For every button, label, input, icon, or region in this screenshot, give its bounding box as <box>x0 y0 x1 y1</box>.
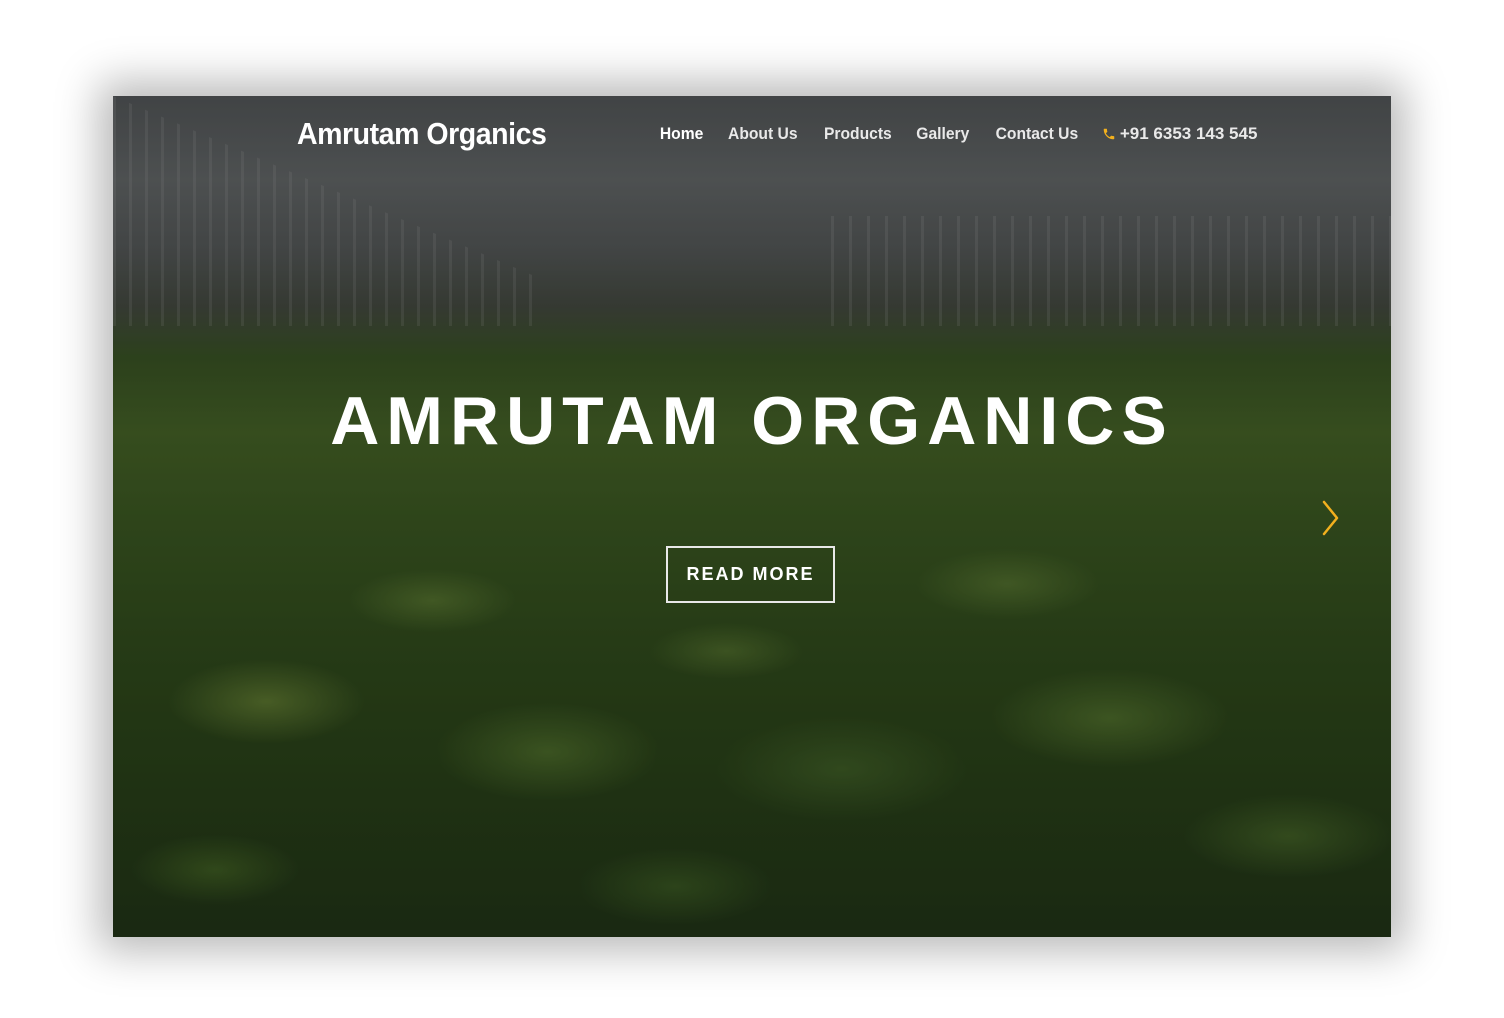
hero-slider: Amrutam Organics Home About Us Products … <box>113 96 1391 937</box>
nav-item-home[interactable]: Home <box>660 124 703 144</box>
main-nav: Home About Us Products Gallery Contact U… <box>658 124 1258 144</box>
site-logo-text[interactable]: Amrutam Organics <box>297 116 547 152</box>
nav-item-contact-us[interactable]: Contact Us <box>996 124 1079 144</box>
nav-item-about-us[interactable]: About Us <box>728 124 798 144</box>
phone-icon <box>1103 128 1115 140</box>
read-more-button[interactable]: READ MORE <box>666 546 835 603</box>
phone-number: +91 6353 143 545 <box>1119 124 1258 143</box>
chevron-right-icon[interactable] <box>1319 498 1343 538</box>
hero-headline: AMRUTAM ORGANICS <box>330 383 1174 459</box>
nav-item-gallery[interactable]: Gallery <box>917 124 970 144</box>
hero-overlay <box>113 96 1391 937</box>
nav-phone[interactable]: +91 6353 143 545 <box>1102 124 1258 144</box>
nav-item-products[interactable]: Products <box>824 124 892 144</box>
